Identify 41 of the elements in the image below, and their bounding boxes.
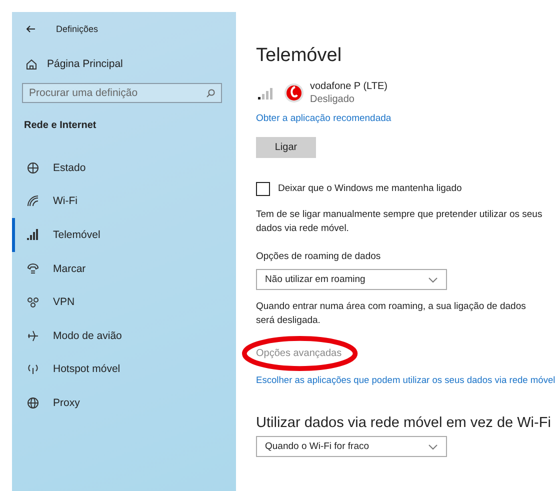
section-heading: Utilizar dados via rede móvel em vez de Wi-Fi (256, 415, 552, 431)
manual-note: Tem de se ligar manualmente sempre que pretender utilizar os seus dados via rede móvel. (256, 208, 544, 236)
airplane-icon (27, 330, 39, 342)
advanced-options-text: Opções avançadas (256, 348, 342, 359)
connect-button[interactable]: Ligar (256, 137, 316, 158)
wifi-icon (27, 195, 39, 208)
checkbox-label: Deixar que o Windows me mantenha ligado (278, 182, 462, 196)
globe-icon (27, 162, 39, 174)
chevron-down-icon (428, 444, 438, 450)
wifi-dropdown[interactable]: Quando o Wi-Fi for fraco (256, 436, 447, 457)
checkbox[interactable] (256, 182, 270, 196)
sidebar-item[interactable]: VPN (12, 285, 236, 319)
section-heading: Rede e Internet (23, 120, 98, 131)
sidebar-item[interactable]: Hotspot móvel (12, 352, 236, 386)
phone-icon (27, 262, 39, 275)
sidebar-item[interactable]: Marcar (12, 252, 236, 286)
sidebar-item[interactable]: Estado (12, 151, 236, 185)
sidebar-item[interactable]: Wi-Fi (12, 184, 236, 218)
carrier-logo-icon (284, 83, 304, 103)
roaming-note: Quando entrar numa área com roaming, a sua ligação de dados será desligada. (256, 300, 527, 328)
antenna-icon (27, 363, 39, 376)
network-name: vodafone P (LTE) (310, 81, 388, 92)
page-title: Telemóvel (256, 45, 343, 67)
sidebar-item[interactable]: Telemóvel (12, 218, 236, 252)
signal-icon (27, 228, 39, 241)
sidebar-item[interactable]: Proxy (12, 386, 236, 420)
home-icon[interactable] (26, 58, 37, 70)
network-status: Desligado (310, 94, 356, 105)
roaming-label: Opções de roaming de dados (256, 250, 382, 264)
window-title: Definições (56, 24, 98, 34)
sidebar-item[interactable]: Modo de avião (12, 318, 236, 353)
chevron-down-icon (428, 276, 438, 282)
app-link[interactable]: Obter a aplicação recomendada (256, 113, 559, 124)
home-link[interactable]: Página Principal (47, 58, 123, 70)
search-icon (206, 89, 215, 98)
apps-link[interactable]: Escolher as aplicações que podem utilizar os seus dados via rede móvel (256, 375, 559, 385)
globe-icon (27, 396, 39, 409)
roaming-dropdown[interactable]: Não utilizar em roaming (256, 269, 447, 290)
back-arrow-icon[interactable] (26, 25, 36, 33)
vpn-icon (27, 296, 39, 308)
search-field[interactable]: Procurar uma definição (22, 83, 222, 103)
